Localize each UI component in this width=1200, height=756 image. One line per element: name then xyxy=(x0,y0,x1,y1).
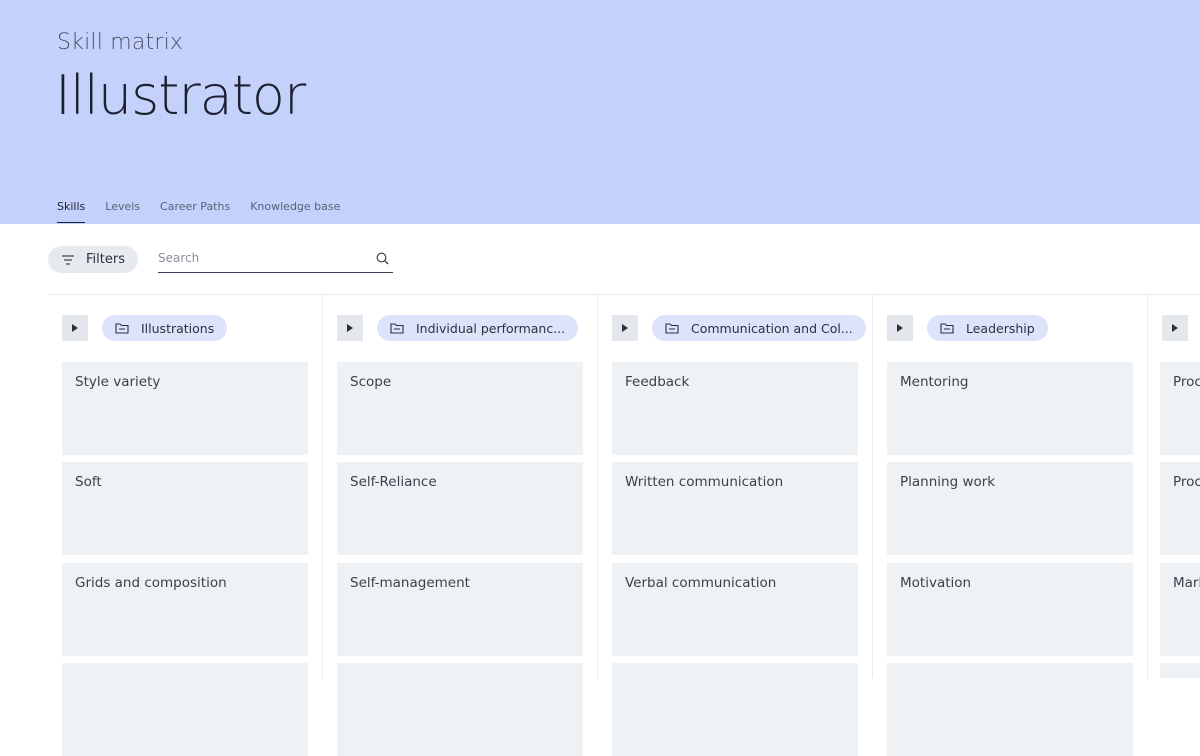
skill-column: Individual performanc... Scope Self-Reli… xyxy=(323,295,598,756)
tab-knowledge-base[interactable]: Knowledge base xyxy=(250,199,340,223)
category-label: Leadership xyxy=(966,320,1035,336)
skill-card[interactable]: Self-Reliance xyxy=(337,462,583,555)
caret-right-icon xyxy=(622,324,628,332)
page-header: Skill matrix Illustrator Skills Levels C… xyxy=(0,0,1200,224)
search-icon[interactable] xyxy=(376,252,389,265)
category-chip[interactable]: Individual performanc... xyxy=(377,315,579,341)
skill-card[interactable] xyxy=(337,663,583,756)
caret-right-icon xyxy=(72,324,78,332)
search-input[interactable] xyxy=(158,248,358,268)
expand-button[interactable] xyxy=(1162,315,1188,341)
caret-right-icon xyxy=(347,324,353,332)
expand-button[interactable] xyxy=(62,315,88,341)
caret-right-icon xyxy=(897,324,903,332)
expand-button[interactable] xyxy=(887,315,913,341)
skill-card[interactable]: Planning work xyxy=(887,462,1133,555)
filters-button[interactable]: Filters xyxy=(48,246,138,273)
skill-card[interactable] xyxy=(887,663,1133,756)
filters-label: Filters xyxy=(86,252,125,267)
skill-card[interactable]: Mentoring xyxy=(887,362,1133,455)
filter-icon xyxy=(62,254,74,265)
page-subtitle: Skill matrix xyxy=(57,30,184,55)
skill-card[interactable]: Written communication xyxy=(612,462,858,555)
skill-card[interactable]: Proc xyxy=(1160,462,1200,555)
category-label: Illustrations xyxy=(141,320,215,336)
skill-card[interactable]: Scope xyxy=(337,362,583,455)
skill-card[interactable]: Self-management xyxy=(337,563,583,656)
folder-icon xyxy=(115,323,129,334)
skill-card[interactable]: Soft xyxy=(62,462,308,555)
folder-icon xyxy=(390,323,404,334)
tab-bar: Skills Levels Career Paths Knowledge bas… xyxy=(57,199,360,224)
category-chip[interactable]: Illustrations xyxy=(102,315,228,341)
folder-icon xyxy=(665,323,679,334)
category-label: Individual performanc... xyxy=(416,320,566,336)
skill-card[interactable]: Proc xyxy=(1160,362,1200,455)
skill-column: Illustrations Style variety Soft Grids a… xyxy=(48,295,323,756)
skill-card[interactable]: Grids and composition xyxy=(62,563,308,656)
skill-column: Leadership Mentoring Planning work Motiv… xyxy=(873,295,1148,756)
expand-button[interactable] xyxy=(337,315,363,341)
skill-card[interactable] xyxy=(1160,663,1200,678)
folder-icon xyxy=(940,323,954,334)
page-title: Illustrator xyxy=(55,64,306,127)
skill-card[interactable] xyxy=(62,663,308,756)
skill-card[interactable]: Motivation xyxy=(887,563,1133,656)
category-chip[interactable]: Communication and Col... xyxy=(652,315,866,341)
skill-card[interactable]: Mark xyxy=(1160,563,1200,656)
tab-career-paths[interactable]: Career Paths xyxy=(160,199,230,223)
expand-button[interactable] xyxy=(612,315,638,341)
search-box xyxy=(158,247,393,273)
skill-card[interactable]: Feedback xyxy=(612,362,858,455)
skill-card[interactable]: Verbal communication xyxy=(612,563,858,656)
skill-column: Proc Proc Mark xyxy=(1148,295,1200,678)
tab-skills[interactable]: Skills xyxy=(57,199,86,223)
category-label: Communication and Col... xyxy=(691,320,853,336)
category-chip[interactable]: Leadership xyxy=(927,315,1048,341)
caret-right-icon xyxy=(1172,324,1178,332)
tab-levels[interactable]: Levels xyxy=(105,199,140,223)
skill-card[interactable]: Style variety xyxy=(62,362,308,455)
skill-card[interactable] xyxy=(612,663,858,756)
skill-column: Communication and Col... Feedback Writte… xyxy=(598,295,873,756)
